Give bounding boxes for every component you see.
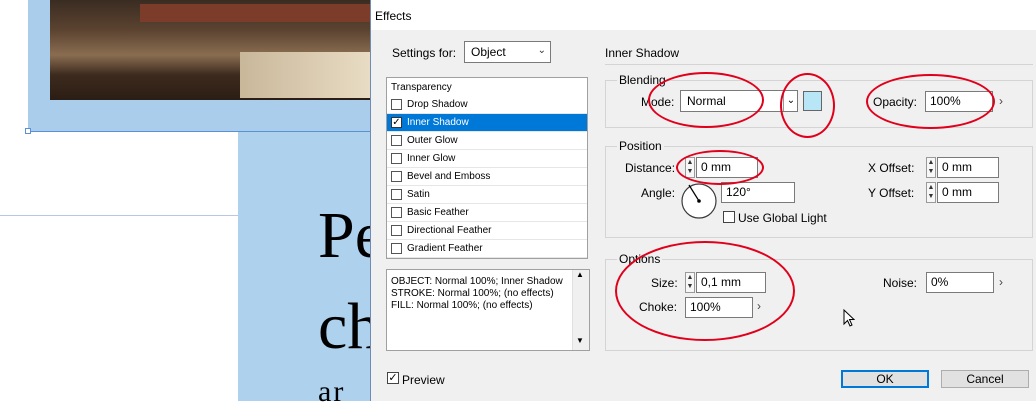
effect-item-bevel-and-emboss[interactable]: Bevel and Emboss	[387, 168, 587, 186]
effect-item-satin[interactable]: Satin	[387, 186, 587, 204]
annotation-circle-mode	[648, 72, 764, 128]
x-offset-stepper[interactable]: ▲ ▼	[926, 157, 936, 178]
effect-checkbox[interactable]	[391, 135, 402, 146]
frame-handle[interactable]	[25, 128, 31, 134]
annotation-circle-size-choke	[615, 241, 795, 341]
effect-item-inner-glow[interactable]: Inner Glow	[387, 150, 587, 168]
effects-list-header: Transparency	[391, 82, 452, 93]
cancel-button[interactable]: Cancel	[941, 370, 1029, 388]
x-offset-label: X Offset:	[868, 161, 915, 175]
distance-label: Distance:	[625, 161, 676, 175]
photo-detail	[140, 4, 370, 22]
preview-checkbox[interactable]: ✓	[387, 372, 399, 384]
settings-for-select[interactable]: Object ⌄	[464, 41, 551, 63]
effect-item-drop-shadow[interactable]: Drop Shadow	[387, 96, 587, 114]
scroll-down-icon[interactable]: ▼	[576, 336, 584, 345]
effects-summary: OBJECT: Normal 100%; Inner Shadow STROKE…	[386, 269, 590, 351]
annotation-circle-distance	[676, 150, 764, 185]
effect-item-label: Bevel and Emboss	[407, 171, 491, 182]
effect-checkbox[interactable]	[391, 207, 402, 218]
effect-item-label: Drop Shadow	[407, 99, 468, 110]
effect-checkbox[interactable]	[391, 189, 402, 200]
noise-slider-arrow-icon[interactable]: ›	[999, 275, 1003, 289]
panel-title: Inner Shadow	[605, 46, 680, 60]
summary-line: STROKE: Normal 100%; (no effects)	[391, 288, 554, 299]
effect-item-label: Gradient Feather	[407, 243, 483, 254]
effect-checkbox[interactable]	[391, 153, 402, 164]
angle-dial[interactable]	[680, 182, 718, 220]
effect-item-label: Basic Feather	[407, 207, 469, 218]
use-global-light-label: Use Global Light	[738, 211, 827, 225]
summary-scrollbar[interactable]: ▲ ▼	[572, 270, 589, 350]
effect-item-label: Inner Shadow	[407, 117, 469, 128]
effect-item-label: Inner Glow	[407, 153, 456, 164]
y-offset-stepper[interactable]: ▲ ▼	[926, 182, 936, 203]
summary-line: FILL: Normal 100%; (no effects)	[391, 300, 533, 311]
effect-item-label: Satin	[407, 189, 430, 200]
panel-divider	[605, 64, 1033, 65]
summary-line: OBJECT: Normal 100%; Inner Shadow	[391, 276, 563, 287]
effect-item-basic-feather[interactable]: Basic Feather	[387, 204, 587, 222]
noise-field[interactable]: 0%	[926, 272, 994, 293]
y-offset-field[interactable]: 0 mm	[937, 182, 999, 203]
dialog-titlebar[interactable]: Effects	[371, 0, 1036, 30]
effect-checkbox[interactable]: ✓	[391, 117, 402, 128]
mouse-cursor-icon	[843, 309, 855, 327]
dialog-title: Effects	[375, 9, 412, 23]
effect-item-gradient-feather[interactable]: Gradient Feather	[387, 240, 587, 258]
settings-for-label: Settings for:	[392, 46, 457, 60]
effect-checkbox[interactable]	[391, 99, 402, 110]
settings-for-value: Object	[471, 45, 506, 59]
opacity-slider-arrow-icon[interactable]: ›	[999, 94, 1003, 108]
angle-label: Angle:	[641, 186, 676, 200]
effect-checkbox[interactable]	[391, 171, 402, 182]
chevron-down-icon: ⌄	[537, 45, 546, 56]
effect-item-inner-shadow[interactable]: ✓ Inner Shadow	[387, 114, 587, 132]
effect-item-directional-feather[interactable]: Directional Feather	[387, 222, 587, 240]
document-text-line: ar	[318, 375, 346, 408]
effect-checkbox[interactable]	[391, 225, 402, 236]
angle-field[interactable]: 120°	[721, 182, 795, 203]
annotation-circle-opacity	[866, 74, 995, 129]
preview-label: Preview	[402, 373, 445, 387]
effect-item-label: Directional Feather	[407, 225, 492, 236]
x-offset-field[interactable]: 0 mm	[937, 157, 999, 178]
ok-button[interactable]: OK	[841, 370, 929, 388]
annotation-circle-swatch	[780, 73, 835, 138]
photo-detail	[240, 52, 370, 98]
guide-line	[0, 215, 238, 216]
position-title: Position	[617, 139, 664, 153]
effects-dialog: Effects Settings for: Object ⌄ Transpare…	[370, 0, 1036, 401]
effect-item-outer-glow[interactable]: Outer Glow	[387, 132, 587, 150]
noise-label: Noise:	[883, 276, 918, 290]
y-offset-label: Y Offset:	[868, 186, 915, 200]
use-global-light-checkbox[interactable]	[723, 211, 735, 223]
effect-checkbox[interactable]	[391, 243, 402, 254]
scroll-up-icon[interactable]: ▲	[576, 270, 584, 279]
effect-item-label: Outer Glow	[407, 135, 458, 146]
